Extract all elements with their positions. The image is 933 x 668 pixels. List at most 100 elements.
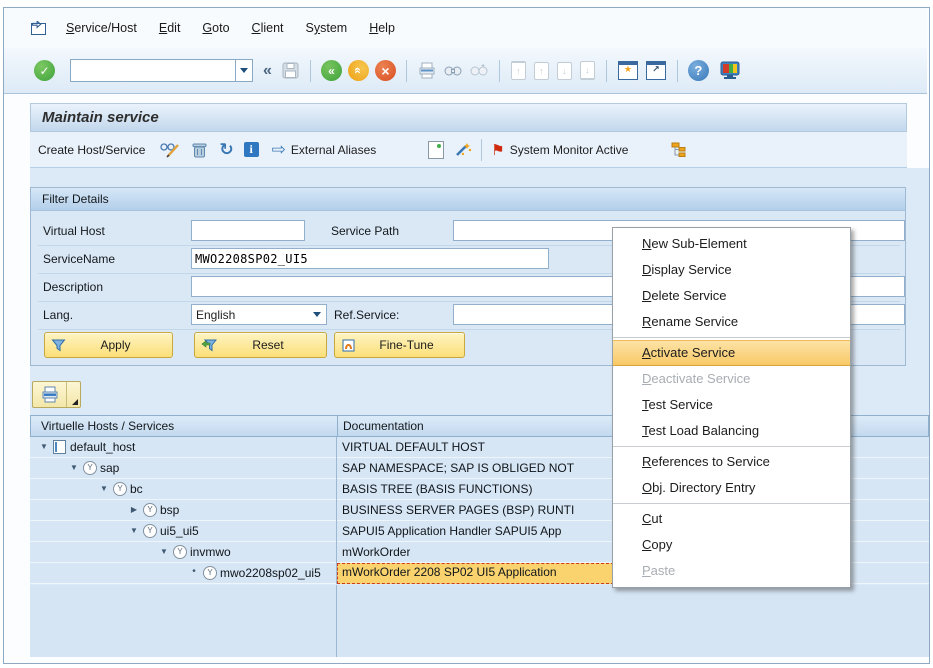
virtual-host-icon <box>53 440 66 454</box>
service-icon <box>203 566 217 580</box>
virtual-host-label: Virtual Host <box>43 224 105 238</box>
sap-gui-window: Service/Host Edit Goto Client System Hel… <box>0 0 933 668</box>
menu-client[interactable]: Client <box>252 21 284 35</box>
standard-toolbar: ✓ « « « × ↑ ↑ ↓ ↓ ★ ↗ ? <box>4 48 927 94</box>
menu-item-references-to-service[interactable]: References to Service <box>613 449 850 475</box>
service-path-label: Service Path <box>331 224 399 238</box>
apply-button[interactable]: Apply <box>44 332 173 358</box>
menu-item-rename-service[interactable]: Rename Service <box>613 309 850 335</box>
selected-documentation-cell[interactable]: mWorkOrder 2208 SP02 UI5 Application <box>337 563 619 584</box>
menu-edit[interactable]: Edit <box>159 21 181 35</box>
previous-page-icon[interactable]: ↑ <box>534 62 549 80</box>
print-split-button[interactable] <box>32 381 81 408</box>
language-label: Lang. <box>43 308 73 322</box>
menu-item-paste: Paste <box>613 558 850 584</box>
sap-screen-icon[interactable] <box>30 21 48 36</box>
command-field[interactable] <box>70 59 236 82</box>
last-page-icon[interactable]: ↓ <box>580 61 595 80</box>
menu-service-host[interactable]: Service/Host <box>66 21 137 35</box>
reset-button[interactable]: Reset <box>194 332 327 358</box>
print-icon[interactable] <box>417 61 437 80</box>
expander-icon[interactable]: ▼ <box>38 442 50 451</box>
enter-icon[interactable]: ✓ <box>34 60 55 81</box>
menu-item-test-load-balancing[interactable]: Test Load Balancing <box>613 418 850 444</box>
menu-item-deactivate-service: Deactivate Service <box>613 366 850 392</box>
system-monitor-status: System Monitor Active <box>510 143 629 157</box>
save-icon[interactable] <box>281 61 300 80</box>
collapse-toolbar-icon[interactable]: « <box>263 62 272 80</box>
menu-item-new-sub-element[interactable]: New Sub-Element <box>613 231 850 257</box>
customize-layout-icon[interactable] <box>719 61 741 80</box>
create-shortcut-icon[interactable]: ↗ <box>646 61 666 80</box>
fine-tune-icon <box>341 338 356 353</box>
system-monitor-flag-icon: ⚑ <box>491 141 504 159</box>
service-icon <box>143 503 157 517</box>
help-icon[interactable]: ? <box>688 60 709 81</box>
fine-tune-button[interactable]: Fine-Tune <box>334 332 465 358</box>
external-aliases-button[interactable]: External Aliases <box>291 143 376 157</box>
hierarchy-types-icon[interactable] <box>670 141 688 158</box>
filter-details-header: Filter Details <box>31 188 905 211</box>
back-icon[interactable]: « <box>321 60 342 81</box>
menu-item-copy[interactable]: Copy <box>613 532 850 558</box>
virtual-host-input[interactable] <box>191 220 305 241</box>
page-title: Maintain service <box>42 109 159 126</box>
leaf-bullet-icon: • <box>188 566 200 577</box>
menu-item-activate-service[interactable]: Activate Service <box>613 340 850 366</box>
expander-icon[interactable]: ▶ <box>128 505 140 514</box>
context-menu: New Sub-Element Display Service Delete S… <box>612 227 851 588</box>
application-toolbar: Create Host/Service ↻ i ⇨ External Alias… <box>30 132 907 168</box>
menu-item-cut[interactable]: Cut <box>613 506 850 532</box>
reset-filter-icon <box>201 338 217 353</box>
find-icon[interactable] <box>443 62 463 80</box>
create-host-service-button[interactable]: Create Host/Service <box>38 143 145 157</box>
up-icon[interactable]: « <box>348 60 369 81</box>
first-page-icon[interactable]: ↑ <box>511 61 526 80</box>
description-label: Description <box>43 280 103 294</box>
menu-separator <box>613 446 850 447</box>
delete-icon[interactable] <box>190 141 209 159</box>
tree-empty-area <box>30 585 929 657</box>
menu-help[interactable]: Help <box>369 21 395 35</box>
expander-icon[interactable]: ▼ <box>68 463 80 472</box>
print-options-dropdown-icon[interactable] <box>67 382 80 407</box>
info-icon[interactable]: i <box>244 142 259 157</box>
language-value: English <box>192 308 313 322</box>
service-icon <box>113 482 127 496</box>
column-header-hosts-services[interactable]: Virtuelle Hosts / Services <box>41 419 174 433</box>
menu-item-test-service[interactable]: Test Service <box>613 392 850 418</box>
menu-separator <box>613 337 850 338</box>
command-field-dropdown-icon[interactable] <box>236 59 253 82</box>
expander-icon[interactable]: ▼ <box>98 484 110 493</box>
menu-bar: Service/Host Edit Goto Client System Hel… <box>4 8 927 49</box>
service-icon <box>173 545 187 559</box>
external-aliases-icon: ⇨ <box>272 140 286 160</box>
expander-icon[interactable]: ▼ <box>128 526 140 535</box>
column-header-documentation[interactable]: Documentation <box>343 419 424 433</box>
documentation-icon[interactable] <box>428 141 444 159</box>
menu-item-delete-service[interactable]: Delete Service <box>613 283 850 309</box>
ref-service-label: Ref.Service: <box>334 308 399 322</box>
print-tree-icon[interactable] <box>33 382 67 407</box>
new-session-icon[interactable]: ★ <box>618 61 638 80</box>
screen-title-bar: Maintain service <box>30 103 907 132</box>
menu-separator <box>613 503 850 504</box>
servicename-label: ServiceName <box>43 252 115 266</box>
menu-system[interactable]: System <box>306 21 348 35</box>
expander-icon[interactable]: ▼ <box>158 547 170 556</box>
find-next-icon[interactable] <box>469 62 489 80</box>
menu-item-display-service[interactable]: Display Service <box>613 257 850 283</box>
apply-filter-icon <box>51 338 66 353</box>
exit-icon[interactable]: × <box>375 60 396 81</box>
language-combobox[interactable]: English <box>191 304 327 325</box>
service-icon <box>143 524 157 538</box>
wizard-icon[interactable] <box>454 141 472 158</box>
chevron-down-icon <box>313 312 321 317</box>
next-page-icon[interactable]: ↓ <box>557 62 572 80</box>
display-change-icon[interactable] <box>159 141 180 158</box>
service-icon <box>83 461 97 475</box>
menu-goto[interactable]: Goto <box>202 21 229 35</box>
servicename-input[interactable] <box>191 248 549 269</box>
menu-item-obj-directory-entry[interactable]: Obj. Directory Entry <box>613 475 850 501</box>
refresh-icon[interactable]: ↻ <box>219 140 233 160</box>
